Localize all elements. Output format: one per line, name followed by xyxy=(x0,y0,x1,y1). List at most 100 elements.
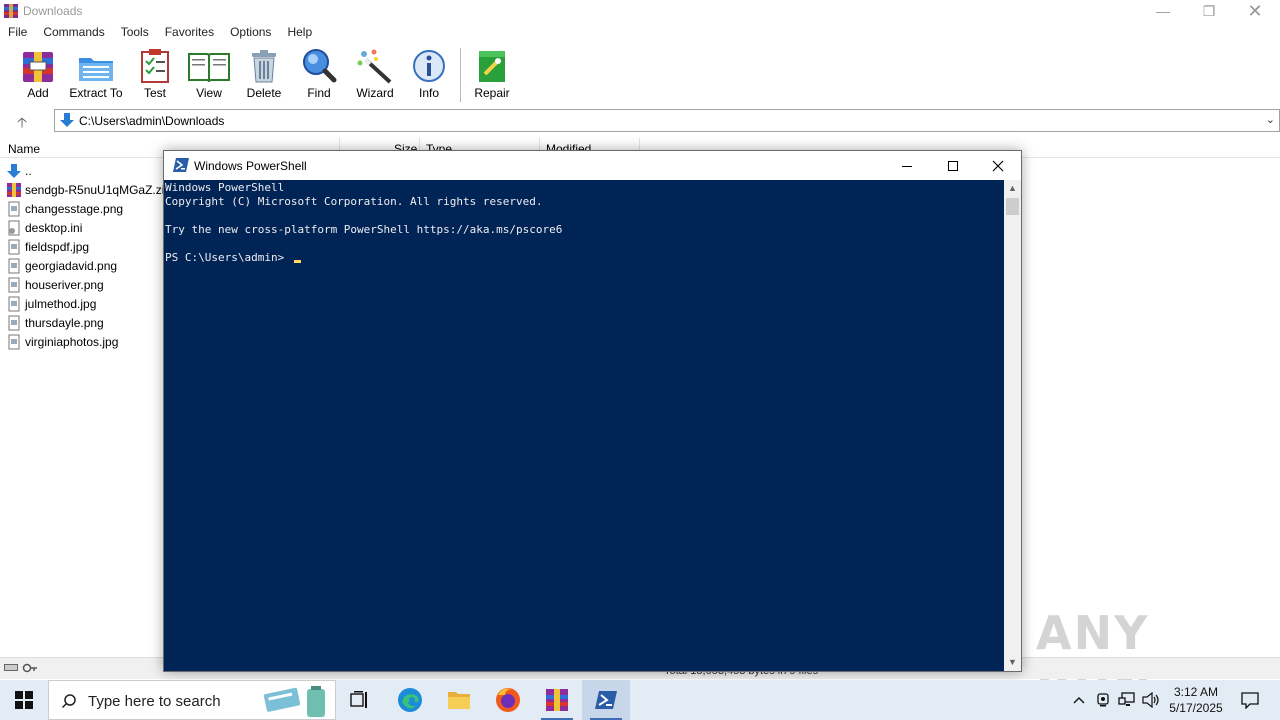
clock-date: 5/17/2025 xyxy=(1169,701,1223,715)
menu-tools[interactable]: Tools xyxy=(113,22,157,42)
speaker-icon xyxy=(1142,692,1159,708)
image-file-icon xyxy=(8,315,20,330)
powershell-titlebar[interactable]: Windows PowerShell xyxy=(164,151,1021,180)
travel-search-highlight-icon xyxy=(263,686,325,717)
console-output: Windows PowerShell Copyright (C) Microso… xyxy=(165,181,563,264)
start-button[interactable] xyxy=(0,680,48,720)
delete-button[interactable]: Delete xyxy=(236,48,292,100)
vertical-scrollbar[interactable]: ▲ ▼ xyxy=(1004,180,1021,671)
wizard-button[interactable]: Wizard xyxy=(347,48,403,100)
chevron-up-icon xyxy=(1073,697,1085,704)
maximize-icon xyxy=(948,160,958,171)
image-file-icon xyxy=(8,334,20,349)
list-item[interactable]: sendgb-R5nuU1qMGaZ.zip xyxy=(0,180,171,199)
info-icon xyxy=(413,50,445,82)
edge-icon xyxy=(398,688,422,712)
address-field[interactable]: C:\Users\admin\Downloads ⌄ xyxy=(54,109,1280,132)
ps-minimize-button[interactable] xyxy=(884,151,930,180)
column-name[interactable]: Name xyxy=(8,142,40,156)
taskbar-firefox[interactable] xyxy=(484,680,532,720)
menu-bar: File Commands Tools Favorites Options He… xyxy=(0,22,1280,42)
file-explorer-icon xyxy=(448,692,470,709)
menu-file[interactable]: File xyxy=(0,22,35,42)
winrar-titlebar: Downloads — ❐ ✕ xyxy=(0,0,1280,22)
taskbar-edge[interactable] xyxy=(386,680,434,720)
winrar-icon xyxy=(546,689,568,711)
file-list: .. sendgb-R5nuU1qMGaZ.zip changesstage.p… xyxy=(0,161,171,351)
add-button[interactable]: Add xyxy=(10,48,66,100)
address-path: C:\Users\admin\Downloads xyxy=(79,114,225,128)
list-item[interactable]: thursdayle.png xyxy=(0,313,170,332)
tray-network[interactable] xyxy=(1116,680,1138,720)
image-file-icon xyxy=(8,239,20,254)
image-file-icon xyxy=(8,296,20,311)
firefox-icon xyxy=(496,688,520,712)
close-icon xyxy=(992,160,1004,171)
list-item[interactable]: virginiaphotos.jpg xyxy=(0,332,170,351)
scroll-down-icon[interactable]: ▼ xyxy=(1004,654,1021,671)
drive-icon[interactable] xyxy=(4,664,18,671)
minimize-button[interactable]: — xyxy=(1140,0,1186,22)
toolbar: Add Extract To Test View Delete Find Wiz… xyxy=(0,44,1280,104)
address-bar: 🡡 C:\Users\admin\Downloads ⌄ xyxy=(0,108,1280,134)
scroll-thumb[interactable] xyxy=(1006,198,1019,215)
list-item[interactable]: georgiadavid.png xyxy=(0,256,170,275)
menu-commands[interactable]: Commands xyxy=(35,22,112,42)
device-icon xyxy=(1097,693,1109,707)
console-area[interactable]: Windows PowerShell Copyright (C) Microso… xyxy=(164,180,1004,671)
close-button[interactable]: ✕ xyxy=(1232,0,1278,22)
list-item[interactable]: fieldspdf.jpg xyxy=(0,237,170,256)
list-item[interactable]: julmethod.jpg xyxy=(0,294,170,313)
add-archive-icon xyxy=(23,52,53,82)
text-cursor xyxy=(293,260,301,263)
down-arrow-icon xyxy=(60,113,74,127)
powershell-icon xyxy=(595,691,617,709)
image-file-icon xyxy=(8,201,20,216)
view-button[interactable]: View xyxy=(181,48,237,100)
trash-icon xyxy=(252,50,276,83)
console-prompt: PS C:\Users\admin> xyxy=(165,251,291,264)
list-item[interactable]: changesstage.png xyxy=(0,199,170,218)
list-item[interactable]: .. xyxy=(0,161,170,180)
notification-button[interactable] xyxy=(1232,680,1268,720)
powershell-icon xyxy=(173,158,189,172)
show-hidden-icons-button[interactable] xyxy=(1068,680,1090,720)
up-folder-button[interactable]: 🡡 xyxy=(12,112,32,130)
ps-close-button[interactable] xyxy=(975,151,1021,180)
magic-wand-icon xyxy=(357,49,392,84)
extract-to-button[interactable]: Extract To xyxy=(68,48,124,100)
menu-help[interactable]: Help xyxy=(279,22,320,42)
chevron-down-icon[interactable]: ⌄ xyxy=(1266,113,1275,126)
task-view-icon xyxy=(350,691,367,708)
restore-button[interactable]: ❐ xyxy=(1186,0,1232,22)
taskbar-clock[interactable]: 3:12 AM 5/17/2025 xyxy=(1164,684,1228,716)
repair-icon xyxy=(479,51,505,82)
network-icon xyxy=(1118,692,1135,706)
minimize-icon xyxy=(902,165,912,167)
scroll-up-icon[interactable]: ▲ xyxy=(1004,180,1021,197)
info-button[interactable]: Info xyxy=(401,48,457,100)
image-file-icon xyxy=(8,277,20,292)
tray-volume[interactable] xyxy=(1140,680,1162,720)
ps-maximize-button[interactable] xyxy=(930,151,976,180)
find-button[interactable]: Find xyxy=(291,48,347,100)
menu-favorites[interactable]: Favorites xyxy=(157,22,222,42)
list-item[interactable]: desktop.ini xyxy=(0,218,170,237)
list-item[interactable]: houseriver.png xyxy=(0,275,170,294)
menu-options[interactable]: Options xyxy=(222,22,279,42)
repair-button[interactable]: Repair xyxy=(464,48,520,100)
magnifier-icon xyxy=(303,49,337,83)
taskbar-search[interactable]: Type here to search xyxy=(48,680,336,720)
extract-folder-icon xyxy=(79,58,113,81)
window-title: Downloads xyxy=(23,4,83,18)
test-button[interactable]: Test xyxy=(127,48,183,100)
taskbar-powershell[interactable] xyxy=(582,680,630,720)
key-icon[interactable] xyxy=(22,663,38,673)
search-placeholder: Type here to search xyxy=(88,693,221,710)
tray-meet-now[interactable] xyxy=(1092,680,1114,720)
task-view-button[interactable] xyxy=(336,680,384,720)
taskbar-file-explorer[interactable] xyxy=(435,680,483,720)
test-clipboard-icon xyxy=(141,49,169,83)
toolbar-separator xyxy=(460,48,461,102)
taskbar-winrar[interactable] xyxy=(533,680,581,720)
